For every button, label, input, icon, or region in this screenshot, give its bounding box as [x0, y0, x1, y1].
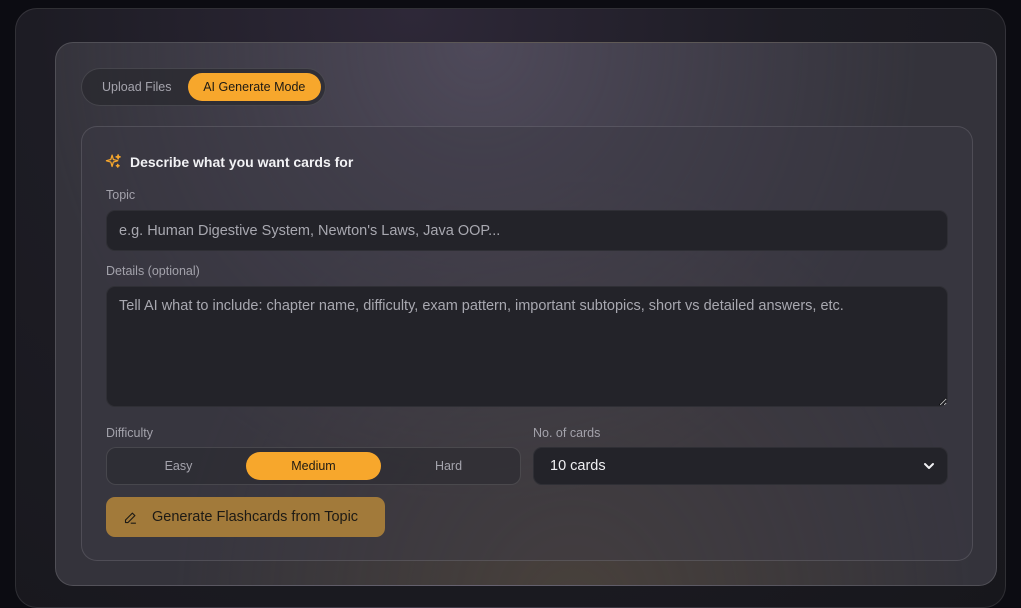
- generator-panel: Upload Files AI Generate Mode Describe w…: [55, 42, 997, 586]
- topic-label: Topic: [106, 188, 136, 202]
- difficulty-medium-option[interactable]: Medium: [246, 452, 381, 480]
- difficulty-hard-option[interactable]: Hard: [381, 452, 516, 480]
- pencil-icon: [124, 512, 137, 524]
- ai-generate-mode-tab[interactable]: AI Generate Mode: [187, 73, 321, 101]
- difficulty-label: Difficulty: [106, 426, 154, 440]
- card-title: Describe what you want cards for: [130, 153, 354, 170]
- topic-input[interactable]: [106, 210, 948, 251]
- difficulty-easy-option[interactable]: Easy: [111, 452, 246, 480]
- num-cards-label: No. of cards: [533, 426, 601, 440]
- chevron-down-icon: [924, 463, 934, 469]
- mode-toggle: Upload Files AI Generate Mode: [81, 68, 326, 106]
- num-cards-select[interactable]: 10 cards: [533, 447, 948, 485]
- sparkle-icon: [105, 154, 121, 168]
- details-label: Details (optional): [106, 264, 200, 278]
- card-heading: Describe what you want cards for: [105, 153, 353, 170]
- app-outer-frame: Upload Files AI Generate Mode Describe w…: [15, 8, 1006, 608]
- upload-files-tab[interactable]: Upload Files: [86, 73, 188, 101]
- generate-button-label: Generate Flashcards from Topic: [152, 509, 359, 525]
- describe-card: Describe what you want cards for Topic D…: [81, 126, 973, 561]
- details-textarea[interactable]: [106, 286, 948, 407]
- difficulty-selector: Easy Medium Hard: [106, 447, 521, 485]
- generate-flashcards-button[interactable]: Generate Flashcards from Topic: [106, 497, 385, 537]
- num-cards-value: 10 cards: [550, 458, 606, 474]
